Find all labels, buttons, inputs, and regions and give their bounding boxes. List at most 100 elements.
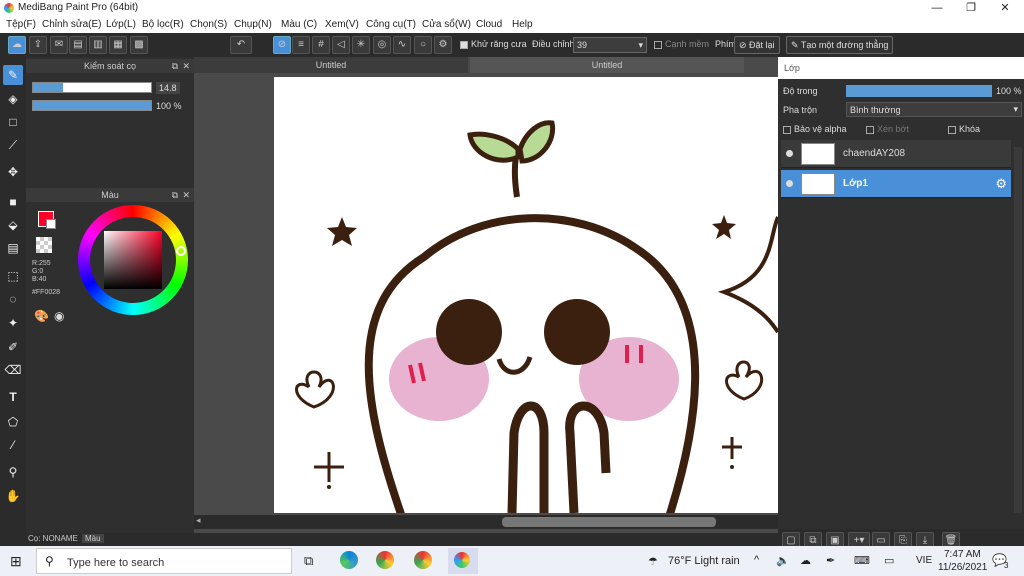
soft-edge-checkbox[interactable]: Cạnh mềm [654, 39, 709, 49]
brush-tool-icon[interactable]: ✎ [3, 65, 23, 85]
keyboard-icon[interactable]: ⌨ [854, 554, 870, 567]
menu-window[interactable]: Cửa sổ(W) [422, 19, 471, 30]
cloud-sync-icon[interactable]: ☁ [800, 554, 811, 567]
menu-view[interactable]: Xem(V) [325, 19, 359, 30]
ellipse-snap-icon[interactable]: ○ [414, 36, 432, 54]
gradient-tool-icon[interactable]: ▤ [3, 238, 23, 258]
search-box[interactable]: ⚲ Type here to search [36, 548, 292, 574]
edge-icon[interactable] [340, 551, 358, 569]
lock-checkbox[interactable]: Khóa [948, 124, 980, 134]
circle-snap-icon[interactable]: ◎ [373, 36, 391, 54]
visibility-icon[interactable] [786, 150, 793, 157]
color-tab[interactable]: Màu [82, 534, 104, 543]
bucket-tool-icon[interactable]: ⬙ [3, 215, 23, 235]
language-indicator[interactable]: VIE [916, 555, 932, 566]
menu-select[interactable]: Chọn(S) [190, 19, 227, 30]
reset-button[interactable]: ⊘ Đặt lại [734, 36, 780, 54]
perspective-snap-icon[interactable]: ◁ [332, 36, 350, 54]
undo-icon[interactable]: ↶ [230, 36, 252, 54]
doc-icon[interactable]: ▥ [89, 36, 107, 54]
horizontal-scrollbar[interactable]: ◂ [194, 515, 778, 529]
cloud-icon[interactable]: ☁ [8, 36, 26, 54]
secondary-color-swatch[interactable] [46, 219, 56, 229]
close-button[interactable]: ✕ [988, 0, 1022, 16]
document-tab-2[interactable]: Untitled [470, 57, 744, 73]
palette-cloud-icon[interactable]: ◉ [54, 309, 64, 323]
close-icon[interactable]: ✕ [182, 59, 190, 73]
select-pen-tool-icon[interactable]: ✐ [3, 337, 23, 357]
windows-start-icon[interactable]: ⊞ [10, 553, 22, 570]
parallel-snap-icon[interactable]: ≡ [292, 36, 310, 54]
chrome-icon[interactable] [414, 551, 432, 569]
menu-filter[interactable]: Bộ lọc(R) [142, 19, 184, 30]
chevron-up-icon[interactable]: ^ [754, 554, 759, 566]
correction-select[interactable]: 39 ▾ [573, 37, 647, 53]
fill-rect-tool-icon[interactable]: ■ [3, 192, 23, 212]
line-tool-icon[interactable]: ⟋ [3, 135, 23, 155]
settings-snap-icon[interactable]: ⚙ [434, 36, 452, 54]
chat-icon[interactable]: ▤ [69, 36, 87, 54]
scroll-thumb[interactable] [502, 517, 716, 527]
protect-alpha-checkbox[interactable]: Bảo vệ alpha [783, 124, 847, 134]
popout-icon[interactable]: ⧉ [172, 59, 178, 73]
comment-icon[interactable]: ✉ [50, 36, 68, 54]
panel-icon[interactable]: ▩ [130, 36, 148, 54]
grid-snap-icon[interactable]: # [312, 36, 330, 54]
close-icon[interactable]: ✕ [182, 188, 190, 202]
hue-marker[interactable] [176, 246, 186, 256]
drawing-canvas[interactable] [274, 77, 778, 513]
dot-tool-icon[interactable]: □ [3, 112, 23, 132]
eraser-tool-icon[interactable]: ◈ [3, 89, 23, 109]
menu-capture[interactable]: Chụp(N) [234, 19, 272, 30]
brush-size-slider[interactable] [32, 82, 152, 93]
layer-scrollbar[interactable] [1014, 147, 1022, 513]
brush-opacity-slider[interactable] [32, 100, 152, 111]
speaker-icon[interactable]: 🔈 [776, 554, 790, 567]
dropper-tool-icon[interactable]: ⁄ [3, 435, 23, 455]
chrome-icon[interactable] [376, 551, 394, 569]
palette-icon[interactable]: 🎨 [34, 309, 49, 323]
gear-icon[interactable]: ⚙ [995, 176, 1007, 192]
menu-file[interactable]: Tệp(F) [6, 19, 36, 30]
hand-tool-icon[interactable]: ✋ [3, 486, 23, 506]
layer-row[interactable]: Lớp1 ⚙ [781, 170, 1011, 198]
menu-layer[interactable]: Lớp(L) [106, 19, 136, 30]
brush-size-value[interactable]: 14.8 [156, 82, 180, 94]
menu-edit[interactable]: Chỉnh sửa(E) [42, 19, 102, 30]
task-view-icon[interactable]: ⧉ [304, 553, 313, 569]
clipping-checkbox[interactable]: Xén bớt [866, 124, 909, 134]
magic-wand-tool-icon[interactable]: ✦ [3, 313, 23, 333]
menu-tools[interactable]: Công cụ(T) [366, 19, 416, 30]
lasso-tool-icon[interactable]: ◌ [3, 289, 23, 309]
layer-opacity-slider[interactable] [846, 85, 992, 97]
clock-time[interactable]: 7:47 AM [944, 549, 981, 560]
pen-input-icon[interactable]: ✒ [826, 554, 835, 567]
text-tool-icon[interactable]: T [3, 387, 23, 407]
radial-snap-icon[interactable]: ✳ [352, 36, 370, 54]
clock-date[interactable]: 11/26/2021 [938, 562, 987, 573]
divide-tool-icon[interactable]: ⬠ [3, 412, 23, 432]
transparent-swatch[interactable] [36, 237, 52, 253]
eyedropper-tool-icon[interactable]: ⚲ [3, 462, 23, 482]
document-tab-1[interactable]: Untitled [194, 57, 468, 73]
visibility-icon[interactable] [786, 180, 793, 187]
blend-select[interactable]: Bình thường ▾ [846, 102, 1022, 117]
scroll-left-icon[interactable]: ◂ [196, 515, 201, 526]
antialias-checkbox[interactable]: Khử răng cưa [460, 39, 527, 49]
popout-icon[interactable]: ⧉ [172, 188, 178, 202]
move-tool-icon[interactable]: ✥ [3, 162, 23, 182]
maximize-button[interactable]: ❐ [954, 0, 988, 16]
menu-cloud[interactable]: Cloud [476, 19, 502, 30]
brush-tab[interactable]: Cọ: NONAME [28, 534, 78, 543]
minimize-button[interactable]: — [920, 0, 954, 16]
layer-row[interactable]: chaendAY208 [781, 140, 1011, 168]
grid-doc-icon[interactable]: ▦ [109, 36, 127, 54]
no-snap-icon[interactable]: ⊘ [273, 36, 291, 54]
menu-help[interactable]: Help [512, 19, 533, 30]
select-rect-tool-icon[interactable]: ⬚ [3, 266, 23, 286]
curve-snap-icon[interactable]: ∿ [393, 36, 411, 54]
menu-color[interactable]: Màu (C) [281, 19, 317, 30]
select-eraser-tool-icon[interactable]: ⌫ [3, 360, 23, 380]
display-icon[interactable]: ▭ [884, 554, 894, 567]
share-icon[interactable]: ⇪ [29, 36, 47, 54]
